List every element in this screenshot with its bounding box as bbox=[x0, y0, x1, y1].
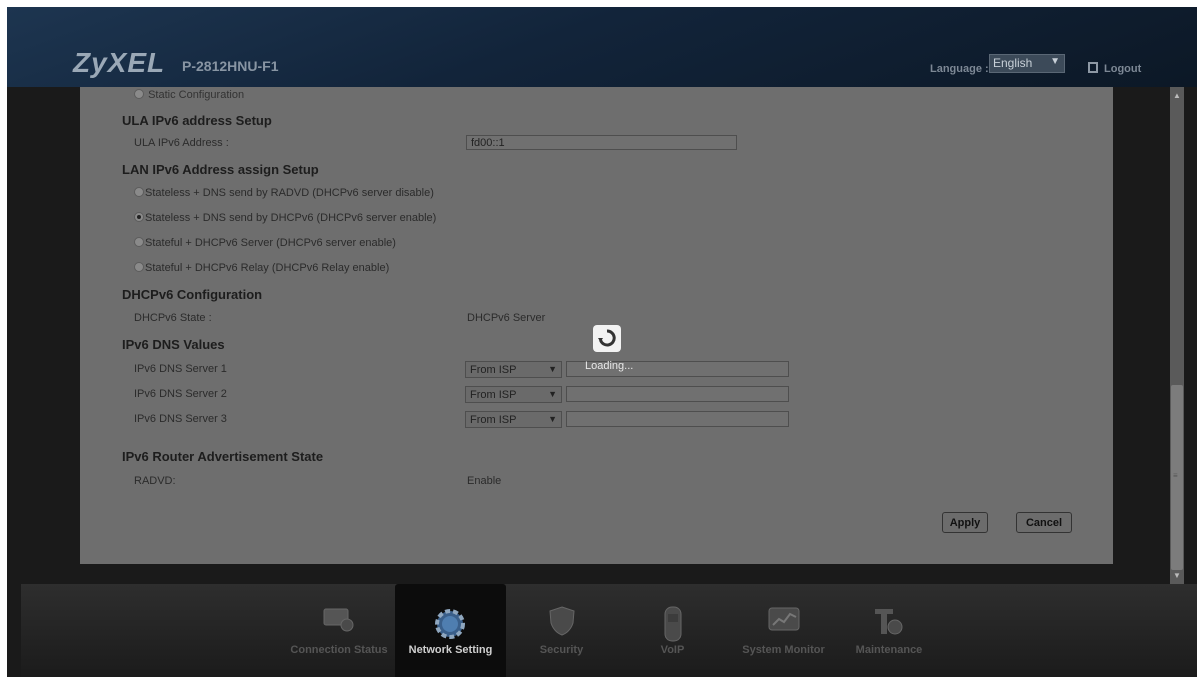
dns-server-1-label: IPv6 DNS Server 1 bbox=[134, 363, 227, 375]
monitor-icon bbox=[323, 608, 354, 632]
chevron-down-icon: ▼ bbox=[548, 389, 557, 399]
logout-label: Logout bbox=[1104, 63, 1142, 75]
dns-server-3-input[interactable] bbox=[566, 411, 789, 427]
lan-assign-section-title: LAN IPv6 Address assign Setup bbox=[122, 162, 319, 177]
chevron-down-icon: ▼ bbox=[548, 364, 557, 374]
radio-button[interactable] bbox=[134, 187, 144, 197]
nav-label: System Monitor bbox=[742, 644, 825, 656]
nav-voip[interactable]: VoIP bbox=[617, 584, 728, 677]
dhcpv6-state-value: DHCPv6 Server bbox=[467, 312, 546, 324]
dns-server-2-input[interactable] bbox=[566, 386, 789, 402]
language-value: English bbox=[993, 56, 1033, 70]
apply-button[interactable]: Apply bbox=[942, 512, 988, 533]
gear-icon bbox=[435, 609, 465, 639]
grip-icon: ≡ bbox=[1173, 471, 1178, 480]
dhcpv6-section-title: DHCPv6 Configuration bbox=[122, 287, 263, 302]
logout-icon bbox=[1088, 62, 1098, 73]
ula-address-field[interactable]: fd00::1 bbox=[466, 135, 737, 150]
loading-spinner-icon bbox=[593, 325, 621, 352]
dhcpv6-state-label: DHCPv6 State : bbox=[134, 312, 212, 324]
scroll-down-icon[interactable]: ▼ bbox=[1170, 571, 1184, 585]
radvd-label: RADVD: bbox=[134, 475, 176, 487]
radio-option-stateful-relay[interactable]: Stateful + DHCPv6 Relay (DHCPv6 Relay en… bbox=[134, 262, 389, 274]
radio-button-selected[interactable] bbox=[134, 212, 144, 222]
nav-label: Maintenance bbox=[855, 644, 923, 656]
model-name: P-2812HNU-F1 bbox=[182, 58, 279, 74]
nav-label: Connection Status bbox=[290, 644, 388, 656]
nav-label: Security bbox=[539, 644, 584, 656]
nav-maintenance[interactable]: Maintenance bbox=[839, 584, 939, 677]
dns-server-2-mode-select[interactable]: From ISP ▼ bbox=[465, 386, 562, 403]
language-select[interactable]: English ▼ bbox=[989, 54, 1065, 73]
dns-server-3-label: IPv6 DNS Server 3 bbox=[134, 413, 227, 425]
vertical-scrollbar[interactable]: ▲ ≡ ▼ bbox=[1170, 87, 1184, 585]
radio-button[interactable] bbox=[134, 89, 144, 99]
radio-option-stateful-server[interactable]: Stateful + DHCPv6 Server (DHCPv6 server … bbox=[134, 237, 396, 249]
radio-option-dhcpv6-stateless[interactable]: Stateless + DNS send by DHCPv6 (DHCPv6 s… bbox=[134, 212, 436, 224]
bottom-nav-bar: Connection Status Network Setting Securi… bbox=[21, 584, 1197, 677]
toolbox-icon bbox=[875, 609, 903, 635]
radio-button[interactable] bbox=[134, 237, 144, 247]
radio-button[interactable] bbox=[134, 262, 144, 272]
ra-section-title: IPv6 Router Advertisement State bbox=[122, 449, 324, 464]
dns-server-2-label: IPv6 DNS Server 2 bbox=[134, 388, 227, 400]
chevron-down-icon: ▼ bbox=[548, 414, 557, 424]
nav-label: VoIP bbox=[660, 644, 685, 656]
logout-link[interactable]: Logout bbox=[1088, 62, 1141, 75]
ula-address-label: ULA IPv6 Address : bbox=[134, 137, 229, 149]
radio-option-radvd[interactable]: Stateless + DNS send by RADVD (DHCPv6 se… bbox=[134, 187, 434, 199]
ula-section-title: ULA IPv6 address Setup bbox=[122, 113, 272, 128]
language-label: Language : bbox=[930, 63, 989, 75]
cut-off-option[interactable]: Static Configuration bbox=[134, 89, 244, 101]
loading-text: Loading... bbox=[585, 360, 634, 372]
dns-server-1-mode-select[interactable]: From ISP ▼ bbox=[465, 361, 562, 378]
dns-server-3-mode-select[interactable]: From ISP ▼ bbox=[465, 411, 562, 428]
nav-connection-status[interactable]: Connection Status bbox=[283, 584, 395, 677]
phone-icon bbox=[664, 606, 682, 642]
nav-system-monitor[interactable]: System Monitor bbox=[728, 584, 839, 677]
chart-icon bbox=[768, 607, 800, 631]
shield-icon bbox=[549, 606, 575, 636]
brand-logo: ZyXEL bbox=[73, 47, 166, 78]
app-window: ZyXEL P-2812HNU-F1 Language : English ▼ … bbox=[7, 7, 1197, 677]
chevron-down-icon: ▼ bbox=[1050, 56, 1060, 67]
header-bar: ZyXEL P-2812HNU-F1 Language : English ▼ … bbox=[7, 7, 1197, 87]
scroll-thumb[interactable]: ≡ bbox=[1171, 385, 1183, 570]
radvd-value: Enable bbox=[467, 475, 502, 487]
scroll-up-icon[interactable]: ▲ bbox=[1170, 91, 1184, 105]
cancel-button[interactable]: Cancel bbox=[1016, 512, 1072, 533]
nav-label: Network Setting bbox=[408, 644, 493, 656]
nav-network-setting[interactable]: Network Setting bbox=[395, 584, 506, 677]
dns-section-title: IPv6 DNS Values bbox=[122, 337, 225, 352]
nav-security[interactable]: Security bbox=[506, 584, 617, 677]
